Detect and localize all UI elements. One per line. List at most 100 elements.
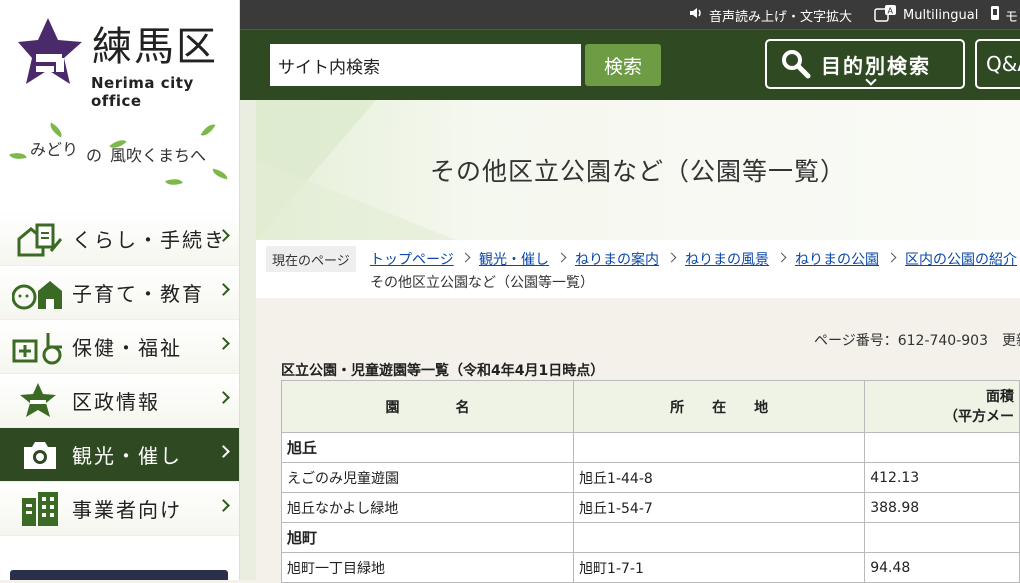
table-row: 旭町一丁目緑地 旭町1-7-1 94.48 (280, 552, 1020, 583)
cell-address: 旭丘1-44-8 (573, 462, 866, 493)
chevron-right-icon (556, 252, 567, 263)
nav-label: 観光・催し (72, 444, 182, 468)
cell-area: 388.98 (864, 492, 1020, 523)
nav-label: 区政情報 (72, 390, 160, 414)
nav-item-business[interactable]: 事業者向け (0, 482, 239, 536)
page-number: ページ番号：612-740-903 更新 (814, 333, 1020, 349)
nav-item-health[interactable]: 保健・福祉 (0, 320, 239, 374)
breadcrumb-link-top[interactable]: トップページ (370, 249, 454, 269)
slogan-part1: みどり (30, 140, 79, 159)
cell-name: えごのみ児童遊園 (280, 462, 575, 493)
header: 検索 目的別検索 Q&A (240, 30, 1020, 100)
chevron-right-icon (217, 283, 230, 296)
leaf-icon (200, 121, 216, 139)
multilingual-link[interactable]: A Multilingual (874, 0, 978, 30)
nav-item-city-info[interactable]: 区政情報 (0, 374, 239, 428)
cell-name: 旭町一丁目緑地 (280, 552, 575, 583)
parks-table: 園 名 所 在 地 面積 （平方メー 旭丘 えごのみ児童遊園 旭丘1-44-8 … (280, 380, 1020, 583)
medical-wheelchair-icon (8, 327, 72, 367)
leaf-icon (165, 175, 183, 189)
cell-name: 旭丘なかよし緑地 (280, 492, 575, 523)
cell-area (864, 522, 1020, 553)
voice-reading-link[interactable]: 音声読み上げ・文字拡大 (688, 0, 852, 30)
qa-button[interactable]: Q&A (975, 39, 1020, 89)
content-left-stripe (240, 100, 256, 580)
slogan-part2: の (86, 146, 103, 165)
page-title: その他区立公園など（公園等一覧） (429, 157, 846, 186)
nerima-logo-icon (8, 381, 72, 421)
site-search-input[interactable] (270, 44, 581, 86)
purpose-search-label: 目的別検索 (821, 53, 931, 78)
area-header-line1: 面積 (986, 388, 1014, 405)
group-name: 旭丘 (280, 432, 575, 463)
breadcrumb-link-tourism[interactable]: 観光・催し (479, 249, 549, 269)
column-header-name: 園 名 (280, 380, 575, 433)
leaf-icon (9, 150, 27, 162)
speaker-icon (688, 6, 704, 24)
chevron-right-icon (217, 391, 230, 404)
logo-subtitle: Nerima city office (91, 74, 194, 110)
child-school-icon (8, 273, 72, 313)
cell-address: 旭町1-7-1 (573, 552, 866, 583)
nav-label: 事業者向け (72, 498, 182, 522)
main-nav: くらし・手続き 子育て・教育 保健・福祉 区政情報 観光・催し 事業者向け (0, 212, 239, 536)
table-row: 旭丘なかよし緑地 旭丘1-54-7 388.98 (280, 492, 1020, 523)
breadcrumb-link-park-intro[interactable]: 区内の公園の紹介 (905, 249, 1017, 269)
svg-text:A: A (888, 7, 894, 16)
breadcrumb: 現在のページ トップページ 観光・催し ねりまの案内 ねりまの風景 ねりまの公園… (256, 240, 1020, 298)
mobile-phone-icon (990, 5, 1000, 25)
sidebar: 練馬区 Nerima city office みどり の 風吹くまちへ くらし・… (0, 0, 240, 580)
leaf-icon (211, 168, 229, 180)
cell-area: 412.13 (864, 462, 1020, 493)
cell-address (573, 522, 866, 553)
slogan: みどり の 風吹くまちへ (0, 118, 239, 198)
mobile-label: モ (1005, 9, 1019, 25)
logo-title: 練馬区 (92, 24, 218, 70)
mobile-link[interactable]: モ (990, 0, 1018, 30)
breadcrumb-label: 現在のページ (266, 246, 356, 272)
nav-item-childcare[interactable]: 子育て・教育 (0, 266, 239, 320)
camera-icon (8, 435, 72, 475)
voice-reading-label: 音声読み上げ・文字拡大 (709, 9, 853, 25)
cell-address (573, 432, 866, 463)
breadcrumb-link-guide[interactable]: ねりまの案内 (575, 249, 659, 269)
nerima-logo[interactable]: 練馬区 Nerima city office (18, 16, 228, 110)
multilingual-label: Multilingual (903, 7, 979, 23)
chevron-right-icon (666, 252, 677, 263)
main-content: ページ番号：612-740-903 更新 区立公園・児童遊園等一覧（令和4年4月… (256, 298, 1020, 583)
search-button[interactable]: 検索 (585, 44, 661, 86)
nav-label: くらし・手続き (72, 228, 226, 252)
chevron-right-icon (886, 252, 897, 263)
table-row: えごのみ児童遊園 旭丘1-44-8 412.13 (280, 462, 1020, 493)
sidebar-banner[interactable] (10, 570, 228, 580)
chevron-right-icon (217, 337, 230, 350)
breadcrumb-link-scenery[interactable]: ねりまの風景 (685, 249, 769, 269)
breadcrumb-current: その他区立公園など（公園等一覧） (370, 275, 594, 291)
nav-label: 子育て・教育 (72, 282, 204, 306)
area-header-line2: （平方メー (944, 408, 1014, 425)
cell-address: 旭丘1-54-7 (573, 492, 866, 523)
slogan-part3: 風吹くまちへ (110, 146, 207, 165)
breadcrumb-link-parks[interactable]: ねりまの公園 (795, 249, 879, 269)
language-icon: A (874, 4, 898, 26)
magnifier-icon (781, 49, 811, 79)
column-header-area: 面積 （平方メー (864, 380, 1020, 433)
nav-item-living[interactable]: くらし・手続き (0, 212, 239, 266)
table-row-group: 旭町 (280, 522, 1020, 553)
chevron-right-icon (217, 499, 230, 512)
column-header-address: 所 在 地 (573, 380, 866, 433)
nav-label: 保健・福祉 (72, 336, 182, 360)
chevron-right-icon (776, 252, 787, 263)
utility-bar: 音声読み上げ・文字拡大 A Multilingual モ (240, 0, 1020, 30)
group-name: 旭町 (280, 522, 575, 553)
cell-area: 94.48 (864, 552, 1020, 583)
table-row-group: 旭丘 (280, 432, 1020, 463)
house-document-icon (8, 219, 72, 259)
purpose-search-button[interactable]: 目的別検索 (765, 39, 965, 89)
nav-item-tourism[interactable]: 観光・催し (0, 428, 239, 482)
table-caption: 区立公園・児童遊園等一覧（令和4年4月1日時点） (281, 363, 605, 379)
chevron-right-icon (460, 252, 471, 263)
building-icon (8, 489, 72, 529)
title-banner: その他区立公園など（公園等一覧） (256, 100, 1020, 240)
chevron-right-icon (217, 445, 230, 458)
